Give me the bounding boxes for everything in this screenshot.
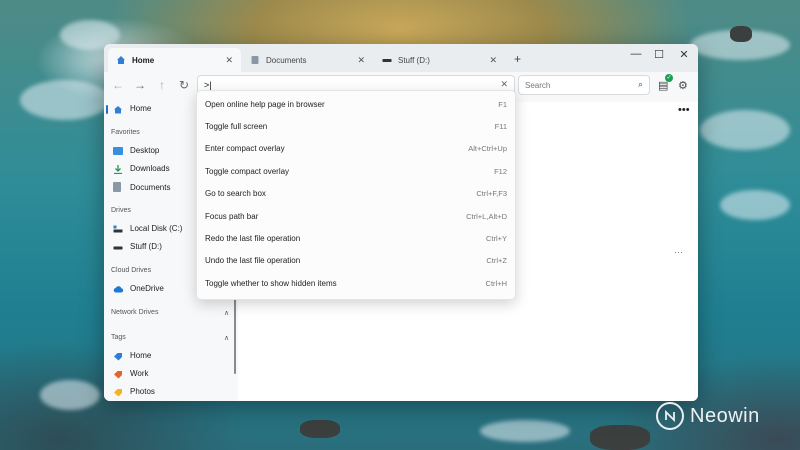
forward-button[interactable]: → [132,78,148,92]
sidebar-scrollbar[interactable] [234,294,236,374]
tag-icon [113,370,123,378]
sidebar-item-label: Work [130,369,149,378]
command-item[interactable]: Open online help page in browser F1 [197,93,515,115]
maximize-button[interactable]: ☐ [649,48,669,61]
section-tags: Tags [111,334,126,341]
command-hotkey: Ctrl+F,F3 [476,189,507,199]
neowin-logo: Neowin [656,402,760,430]
home-icon [116,55,126,65]
command-item[interactable]: Toggle compact overlay F12 [197,160,515,182]
close-tab-icon[interactable]: ✕ [489,55,497,66]
section-network-drives: Network Drives [111,309,159,316]
search-icon[interactable]: ⌕ [638,79,643,90]
section-cloud-drives: Cloud Drives [111,267,152,274]
command-label: Redo the last file operation [205,234,301,244]
command-hotkey: Alt+Ctrl+Up [468,144,507,154]
sidebar-item-label: Documents [130,182,171,192]
sidebar-item-label: OneDrive [130,284,164,293]
sidebar-item-label: Home [130,351,152,360]
command-hotkey: Ctrl+Y [485,234,507,244]
tab-stuff-drive[interactable]: Stuff (D:) ✕ [374,48,505,72]
tab-label: Home [132,55,155,65]
close-tab-icon[interactable]: ✕ [225,55,233,66]
command-label: Toggle whether to show hidden items [205,278,337,288]
tag-icon [113,388,123,396]
document-icon [250,55,260,65]
search-placeholder: Search [525,81,551,90]
status-badge: ✓ [665,74,673,82]
section-drives: Drives [111,207,131,214]
sidebar-item-label: Stuff (D:) [130,242,162,251]
sidebar-item-label: Photos [130,387,155,396]
document-icon [113,182,121,192]
command-item[interactable]: Toggle full screen F11 [197,115,515,137]
close-tab-icon[interactable]: ✕ [357,55,365,66]
drive-icon [113,243,123,251]
command-hotkey: F11 [494,122,507,132]
command-label: Toggle full screen [205,122,268,132]
sidebar-item-onedrive[interactable]: OneDrive [113,284,164,293]
command-item[interactable]: Redo the last file operation Ctrl+Y [197,227,515,249]
command-hotkey: Ctrl+Z [486,256,507,266]
close-window-button[interactable]: ✕ [674,48,694,61]
refresh-button[interactable]: ↻ [176,78,192,92]
neowin-logo-text: Neowin [690,404,760,427]
sidebar-item-downloads[interactable]: Downloads [113,164,170,174]
sidebar-item-tag-work[interactable]: Work [113,369,149,378]
drive-icon [382,55,392,65]
more-options-icon[interactable]: ••• [678,104,690,116]
tab-label: Stuff (D:) [398,55,430,65]
command-item[interactable]: Go to search box Ctrl+F,F3 [197,183,515,205]
cloud-icon [113,285,124,293]
tab-documents[interactable]: Documents ✕ [242,48,373,72]
widget-more-options-icon[interactable]: ··· [674,247,683,257]
command-hotkey: F12 [494,166,507,176]
title-bar: Home ✕ Documents ✕ Stuff (D:) ✕ + — ☐ ✕ [104,44,698,72]
home-icon [113,105,123,113]
drive-icon [113,225,123,233]
up-button[interactable]: ↑ [154,78,170,92]
command-hotkey: F1 [498,99,507,109]
sidebar-item-label: Desktop [130,146,160,155]
command-label: Toggle compact overlay [205,166,290,176]
sidebar-item-tag-home[interactable]: Home [113,351,151,360]
command-item[interactable]: Toggle whether to show hidden items Ctrl… [197,272,515,294]
back-button[interactable]: ← [110,78,126,92]
new-tab-button[interactable]: + [514,52,521,66]
command-label: Focus path bar [205,211,259,221]
command-hotkey: Ctrl+H [485,278,507,288]
sidebar-item-label: Downloads [130,164,170,173]
tab-home[interactable]: Home ✕ [108,48,241,72]
command-label: Undo the last file operation [205,256,301,266]
sidebar-item-desktop[interactable]: Desktop [113,146,159,155]
command-item[interactable]: Focus path bar Ctrl+L,Alt+D [197,205,515,227]
command-item[interactable]: Undo the last file operation Ctrl+Z [197,250,515,272]
chevron-up-icon[interactable]: ∧ [224,334,229,342]
download-icon [113,164,123,174]
command-label: Go to search box [205,189,266,199]
clear-icon[interactable]: ✕ [500,79,508,90]
desktop-icon [113,146,123,155]
sidebar-item-label: Local Disk (C:) [130,224,183,233]
command-item[interactable]: Enter compact overlay Alt+Ctrl+Up [197,138,515,160]
search-input[interactable]: Search ⌕ [518,75,650,95]
sidebar-item-tag-photos[interactable]: Photos [113,387,155,396]
settings-gear-icon[interactable]: ⚙ [678,79,688,92]
command-label: Open online help page in browser [205,99,325,109]
chevron-up-icon[interactable]: ∧ [224,309,229,317]
tab-label: Documents [266,55,307,65]
tag-icon [113,352,123,360]
sidebar-item-local-disk[interactable]: Local Disk (C:) [113,224,182,233]
command-hotkey: Ctrl+L,Alt+D [466,211,507,221]
command-palette: Open online help page in browser F1 Togg… [196,90,516,300]
command-label: Enter compact overlay [205,144,285,154]
minimize-button[interactable]: — [626,48,646,60]
path-bar-value: >| [204,80,212,90]
sidebar-item-stuff-drive[interactable]: Stuff (D:) [113,242,162,251]
section-favorites: Favorites [111,129,140,136]
sidebar-item-label: Home [130,104,152,113]
neowin-logo-icon [656,402,684,430]
sidebar-item-documents[interactable]: Documents [113,182,170,192]
sidebar-item-home[interactable]: Home [105,104,152,114]
